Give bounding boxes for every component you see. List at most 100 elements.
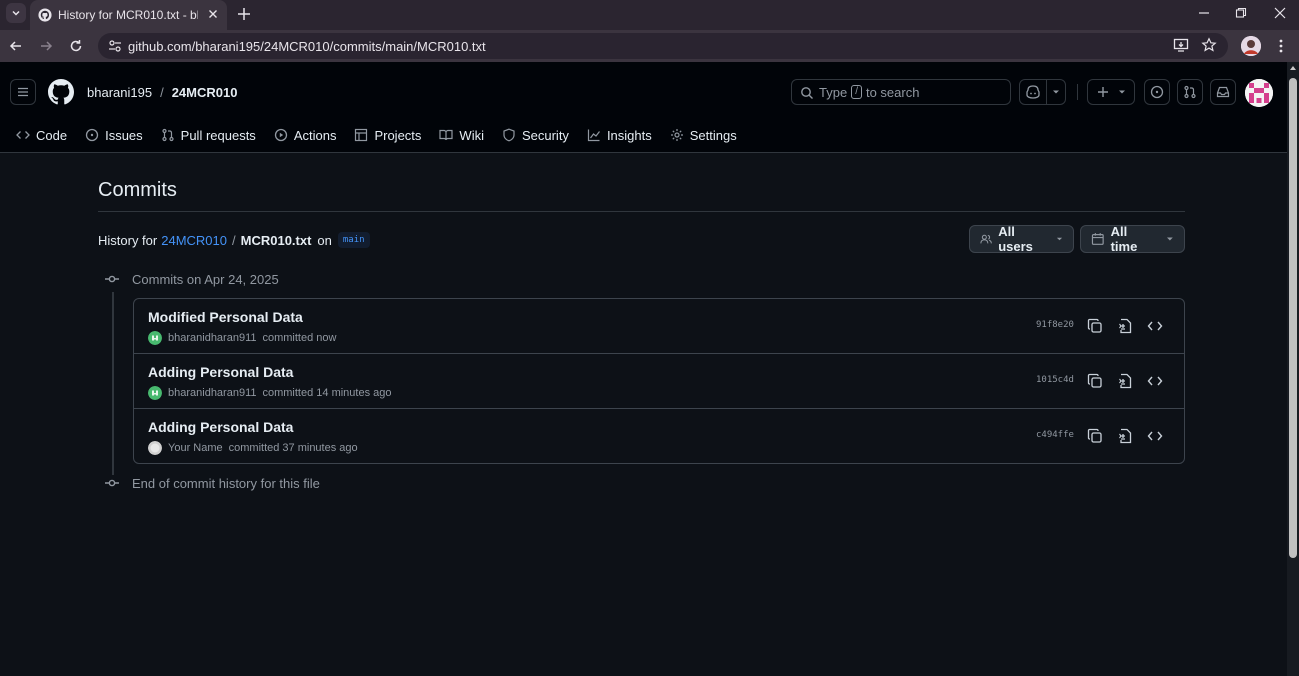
tab-settings[interactable]: Settings [670, 128, 737, 143]
commit-author-link[interactable]: bharanidharan911 [168, 332, 256, 344]
bookmark-star-icon[interactable] [1201, 37, 1217, 53]
reload-icon[interactable] [68, 38, 84, 54]
tab-wiki[interactable]: Wiki [439, 128, 484, 143]
tab-security[interactable]: Security [502, 128, 569, 143]
restore-icon[interactable] [1234, 6, 1248, 20]
branch-label[interactable]: main [337, 232, 370, 248]
book-icon [439, 129, 454, 141]
breadcrumb: bharani195 / 24MCR010 [87, 85, 237, 100]
commits-date-label: Commits on Apr 24, 2025 [132, 271, 279, 287]
window-close-icon[interactable] [1273, 6, 1287, 20]
browser-tab[interactable]: History for MCR010.txt - bharani195/24MC… [30, 0, 227, 30]
commit-title-link[interactable]: Modified Personal Data [148, 309, 303, 325]
commit-sha-link[interactable]: 1015c4d [1036, 375, 1074, 385]
address-bar[interactable]: github.com/bharani195/24MCR010/commits/m… [98, 33, 1228, 59]
github-logo-icon[interactable] [48, 79, 74, 105]
browse-code-icon[interactable] [1147, 318, 1163, 334]
tab-pull-requests-label: Pull requests [180, 127, 256, 143]
search-shortcut-key: / [851, 85, 862, 99]
tab-pull-requests[interactable]: Pull requests [161, 128, 256, 143]
calendar-icon [1091, 233, 1104, 245]
repo-link[interactable]: 24MCR010 [172, 85, 238, 100]
all-time-filter-button[interactable]: All time [1080, 224, 1185, 254]
shield-icon [503, 128, 515, 142]
author-avatar[interactable] [148, 441, 162, 455]
breadcrumb-separator: / [160, 85, 164, 100]
new-tab-plus-icon[interactable] [236, 6, 252, 22]
tab-insights[interactable]: Insights [587, 128, 652, 143]
search-icon [801, 87, 813, 99]
commit-title-link[interactable]: Adding Personal Data [148, 419, 293, 435]
copy-icon[interactable] [1087, 428, 1103, 444]
browser-toolbar: github.com/bharani195/24MCR010/commits/m… [0, 30, 1299, 62]
file-diff-icon[interactable] [1117, 373, 1133, 389]
copilot-button[interactable] [1019, 79, 1066, 105]
scrollbar-thumb[interactable] [1289, 78, 1297, 558]
graph-icon [587, 129, 600, 142]
identicon-icon [1245, 79, 1273, 107]
pull-requests-button[interactable] [1177, 79, 1203, 105]
copy-icon[interactable] [1087, 373, 1103, 389]
install-app-icon[interactable] [1173, 37, 1189, 53]
commit-title-link[interactable]: Adding Personal Data [148, 364, 293, 380]
commit-row: Adding Personal Data bharanidharan911 co… [134, 354, 1184, 409]
commit-time: committed 37 minutes ago [228, 442, 358, 454]
commit-time: committed now [262, 332, 337, 344]
repo-history-link[interactable]: 24MCR010 [161, 233, 227, 248]
author-avatar[interactable] [148, 386, 162, 400]
open-menu-button[interactable] [10, 79, 36, 105]
site-settings-icon[interactable] [108, 39, 122, 53]
commit-meta: bharanidharan911 committed now [148, 331, 336, 345]
gear-icon [670, 129, 683, 141]
owner-link[interactable]: bharani195 [87, 85, 152, 100]
timeline-line [112, 292, 114, 475]
issues-button[interactable] [1144, 79, 1170, 105]
issue-opened-icon [1150, 85, 1164, 99]
commit-sha-link[interactable]: c494ffe [1036, 430, 1074, 440]
minimize-icon[interactable] [1197, 6, 1211, 20]
caret-down-icon [1119, 90, 1125, 94]
all-users-label: All users [998, 224, 1033, 254]
tab-actions[interactable]: Actions [274, 127, 337, 143]
forward-arrow-icon[interactable] [38, 38, 54, 54]
commit-sha-link[interactable]: 91f8e20 [1036, 320, 1074, 330]
tab-issues[interactable]: Issues [85, 128, 143, 143]
path-separator: / [232, 232, 236, 248]
people-icon [980, 234, 992, 244]
file-name: MCR010.txt [240, 232, 312, 248]
history-heading: History for 24MCR010 / MCR010.txt on mai… [98, 232, 370, 248]
caret-down-icon [1056, 237, 1063, 241]
inbox-button[interactable] [1210, 79, 1236, 105]
browse-code-icon[interactable] [1147, 373, 1163, 389]
copy-icon[interactable] [1087, 318, 1103, 334]
file-diff-icon[interactable] [1117, 428, 1133, 444]
inbox-icon [1216, 86, 1230, 98]
tab-code[interactable]: Code [16, 128, 67, 143]
all-users-filter-button[interactable]: All users [969, 224, 1074, 254]
tab-title: History for MCR010.txt - bharani195/24MC… [58, 8, 198, 22]
scroll-up-arrow-icon[interactable] [1287, 62, 1299, 74]
end-of-history: End of commit history for this file [104, 475, 320, 491]
git-commit-icon [105, 479, 119, 487]
code-icon [16, 131, 30, 139]
browser-tab-bar: History for MCR010.txt - bharani195/24MC… [0, 0, 1299, 30]
search-placeholder-suffix: to search [865, 84, 920, 100]
tab-wiki-label: Wiki [459, 127, 484, 143]
profile-icon [1241, 36, 1261, 56]
browse-code-icon[interactable] [1147, 428, 1163, 444]
commit-author-link[interactable]: bharanidharan911 [168, 387, 256, 399]
tab-actions-label: Actions [293, 127, 337, 143]
browser-menu-icon[interactable] [1276, 38, 1286, 54]
browser-profile-avatar[interactable] [1241, 36, 1261, 56]
search-input[interactable]: Type / to search [791, 79, 1011, 105]
file-diff-icon[interactable] [1117, 318, 1133, 334]
back-arrow-icon[interactable] [8, 38, 24, 54]
user-avatar[interactable] [1245, 79, 1273, 107]
close-icon[interactable] [207, 8, 219, 20]
tab-projects[interactable]: Projects [354, 128, 421, 143]
page-scrollbar[interactable] [1287, 62, 1299, 676]
tab-search-button[interactable] [6, 3, 26, 23]
create-new-button[interactable] [1087, 79, 1135, 105]
commit-time: committed 14 minutes ago [262, 387, 392, 399]
author-avatar[interactable] [148, 331, 162, 345]
